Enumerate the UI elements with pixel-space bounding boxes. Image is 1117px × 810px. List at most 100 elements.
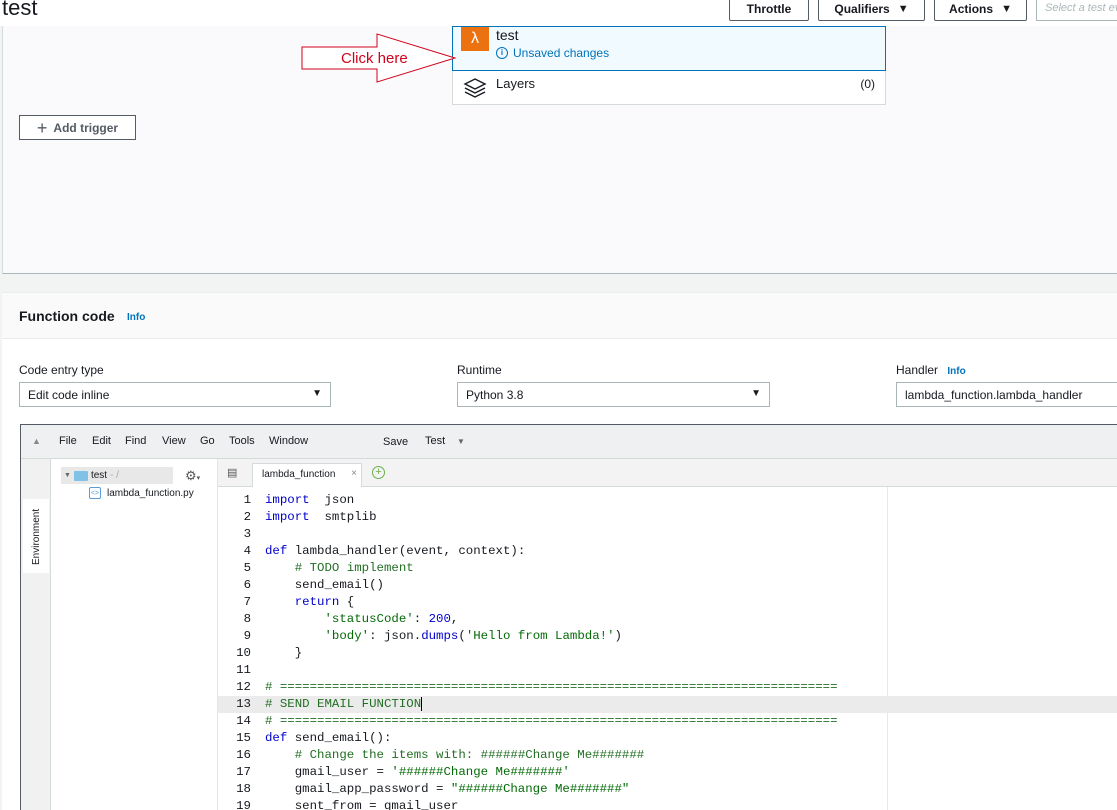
line-number: 16 [236, 748, 251, 762]
function-code-info-link[interactable]: Info [127, 312, 145, 323]
actions-button[interactable]: Actions ▼ [934, 0, 1027, 21]
code-line[interactable]: 9 'body': json.dumps('Hello from Lambda!… [218, 628, 1117, 645]
add-trigger-button[interactable]: + Add trigger [19, 115, 136, 140]
code-line[interactable]: 13 # SEND EMAIL FUNCTION [218, 696, 1117, 713]
tab-lambda-function[interactable]: lambda_function × [252, 463, 362, 487]
editor-tabbar: ▤ lambda_function × + [218, 459, 1117, 487]
code-line[interactable]: 3 [218, 526, 1117, 543]
code-text: def send_email(): [265, 731, 392, 745]
layers-count: (0) [860, 77, 875, 91]
test-button[interactable]: Test [425, 435, 445, 447]
code-line[interactable]: 12 # ====================================… [218, 679, 1117, 696]
menu-go[interactable]: Go [200, 435, 215, 447]
line-number: 12 [236, 680, 251, 694]
code-text: def lambda_handler(event, context): [265, 544, 526, 558]
function-name: test [496, 27, 519, 43]
test-event-select[interactable]: Select a test event [1036, 0, 1117, 21]
tab-label: lambda_function [262, 469, 336, 480]
handler-info-link[interactable]: Info [947, 366, 965, 377]
tab-menu-icon[interactable]: ▤ [227, 466, 237, 479]
code-line[interactable]: 14 # ====================================… [218, 713, 1117, 730]
code-editor: ▲ File Edit Find View Go Tools Window Sa… [20, 424, 1117, 810]
menu-view[interactable]: View [162, 435, 186, 447]
save-button[interactable]: Save [383, 436, 408, 448]
line-number: 3 [243, 527, 251, 541]
caret-down-icon: ▼ [312, 388, 322, 399]
side-panel-tabs: Environment [21, 459, 51, 810]
code-line[interactable]: 6 send_email() [218, 577, 1117, 594]
line-number: 1 [243, 493, 251, 507]
tree-root-path: - / [110, 470, 119, 481]
lambda-icon: λ [461, 27, 489, 51]
page-title: test [2, 0, 38, 20]
caret-down-icon: ▼ [897, 2, 909, 15]
code-line[interactable]: 7 return { [218, 594, 1117, 611]
code-line[interactable]: 5 # TODO implement [218, 560, 1117, 577]
gear-icon[interactable]: ⚙▾ [185, 468, 200, 484]
code-text: # ======================================… [265, 714, 838, 728]
layers-icon [463, 78, 487, 98]
line-number: 4 [243, 544, 251, 558]
line-number: 10 [236, 646, 251, 660]
code-text: # TODO implement [294, 561, 414, 575]
code-line[interactable]: 17 gmail_user = '######Change Me#######' [218, 764, 1117, 781]
qualifiers-button[interactable]: Qualifiers ▼ [818, 0, 925, 21]
add-tab-icon[interactable]: + [372, 466, 385, 479]
handler-input[interactable]: lambda_function.lambda_handler [896, 382, 1117, 407]
info-icon: i [496, 47, 508, 59]
code-text: 'body': json.dumps('Hello from Lambda!') [324, 629, 622, 643]
throttle-button[interactable]: Throttle [729, 0, 809, 21]
tree-file-name: lambda_function.py [107, 487, 194, 499]
code-line[interactable]: 2 import smtplib [218, 509, 1117, 526]
folder-icon [73, 470, 88, 481]
line-number: 18 [236, 782, 251, 796]
code-entry-label: Code entry type [19, 363, 104, 377]
file-tree: ▼ test - / ⚙▾ <> lambda_function.py [51, 459, 218, 810]
menu-tools[interactable]: Tools [229, 435, 255, 447]
code-text: # ======================================… [265, 680, 838, 694]
code-text: } [265, 646, 303, 660]
collapse-icon[interactable]: ▲ [32, 436, 41, 446]
code-line[interactable]: 1 import json [218, 492, 1117, 509]
code-line[interactable]: 16 # Change the items with: ######Change… [218, 747, 1117, 764]
code-area[interactable]: 1 import json 2 import smtplib 3 4 def lambda_… [218, 487, 1117, 810]
code-line[interactable]: 10 } [218, 645, 1117, 662]
function-node[interactable]: λ test i Unsaved changes [452, 26, 886, 71]
close-icon[interactable]: × [351, 468, 357, 479]
menu-find[interactable]: Find [125, 435, 146, 447]
unsaved-changes-link[interactable]: i Unsaved changes [496, 46, 609, 60]
runtime-value: Python 3.8 [466, 388, 524, 402]
tree-file[interactable]: <> lambda_function.py [89, 487, 194, 499]
line-number: 17 [236, 765, 251, 779]
code-line[interactable]: 4 def lambda_handler(event, context): [218, 543, 1117, 560]
page: test Throttle Qualifiers ▼ Actions ▼ Sel… [0, 0, 1117, 810]
code-entry-select[interactable]: Edit code inline ▼ [19, 382, 331, 407]
menu-window[interactable]: Window [269, 435, 308, 447]
code-line[interactable]: 18 gmail_app_password = "######Change Me… [218, 781, 1117, 798]
python-file-icon: <> [89, 487, 101, 499]
throttle-label: Throttle [746, 1, 792, 16]
code-text: sent_from = gmail_user [265, 799, 459, 810]
code-line[interactable]: 19 sent_from = gmail_user [218, 798, 1117, 810]
line-number: 14 [236, 714, 251, 728]
page-header: test Throttle Qualifiers ▼ Actions ▼ Sel… [0, 0, 1117, 26]
code-text: # SEND EMAIL FUNCTION [265, 696, 423, 711]
caret-down-icon: ▼ [1001, 2, 1012, 15]
code-line[interactable]: 15 def send_email(): [218, 730, 1117, 747]
runtime-select[interactable]: Python 3.8 ▼ [457, 382, 770, 407]
line-number: 6 [243, 578, 251, 592]
line-number: 7 [243, 595, 251, 609]
code-line[interactable]: 11 [218, 662, 1117, 679]
test-dropdown-icon[interactable]: ▼ [457, 437, 465, 446]
tree-root-folder[interactable]: ▼ test - / [61, 467, 173, 484]
menu-edit[interactable]: Edit [92, 435, 111, 447]
code-entry-value: Edit code inline [28, 388, 110, 402]
handler-label: Handler [896, 363, 939, 377]
code-text: 'statusCode': 200, [324, 612, 459, 626]
code-line[interactable]: 8 'statusCode': 200, [218, 611, 1117, 628]
code-text: return { [294, 595, 355, 609]
line-number: 11 [236, 663, 251, 677]
menu-file[interactable]: File [59, 435, 77, 447]
text-cursor [421, 696, 423, 711]
layers-node[interactable]: Layers (0) [452, 71, 886, 105]
